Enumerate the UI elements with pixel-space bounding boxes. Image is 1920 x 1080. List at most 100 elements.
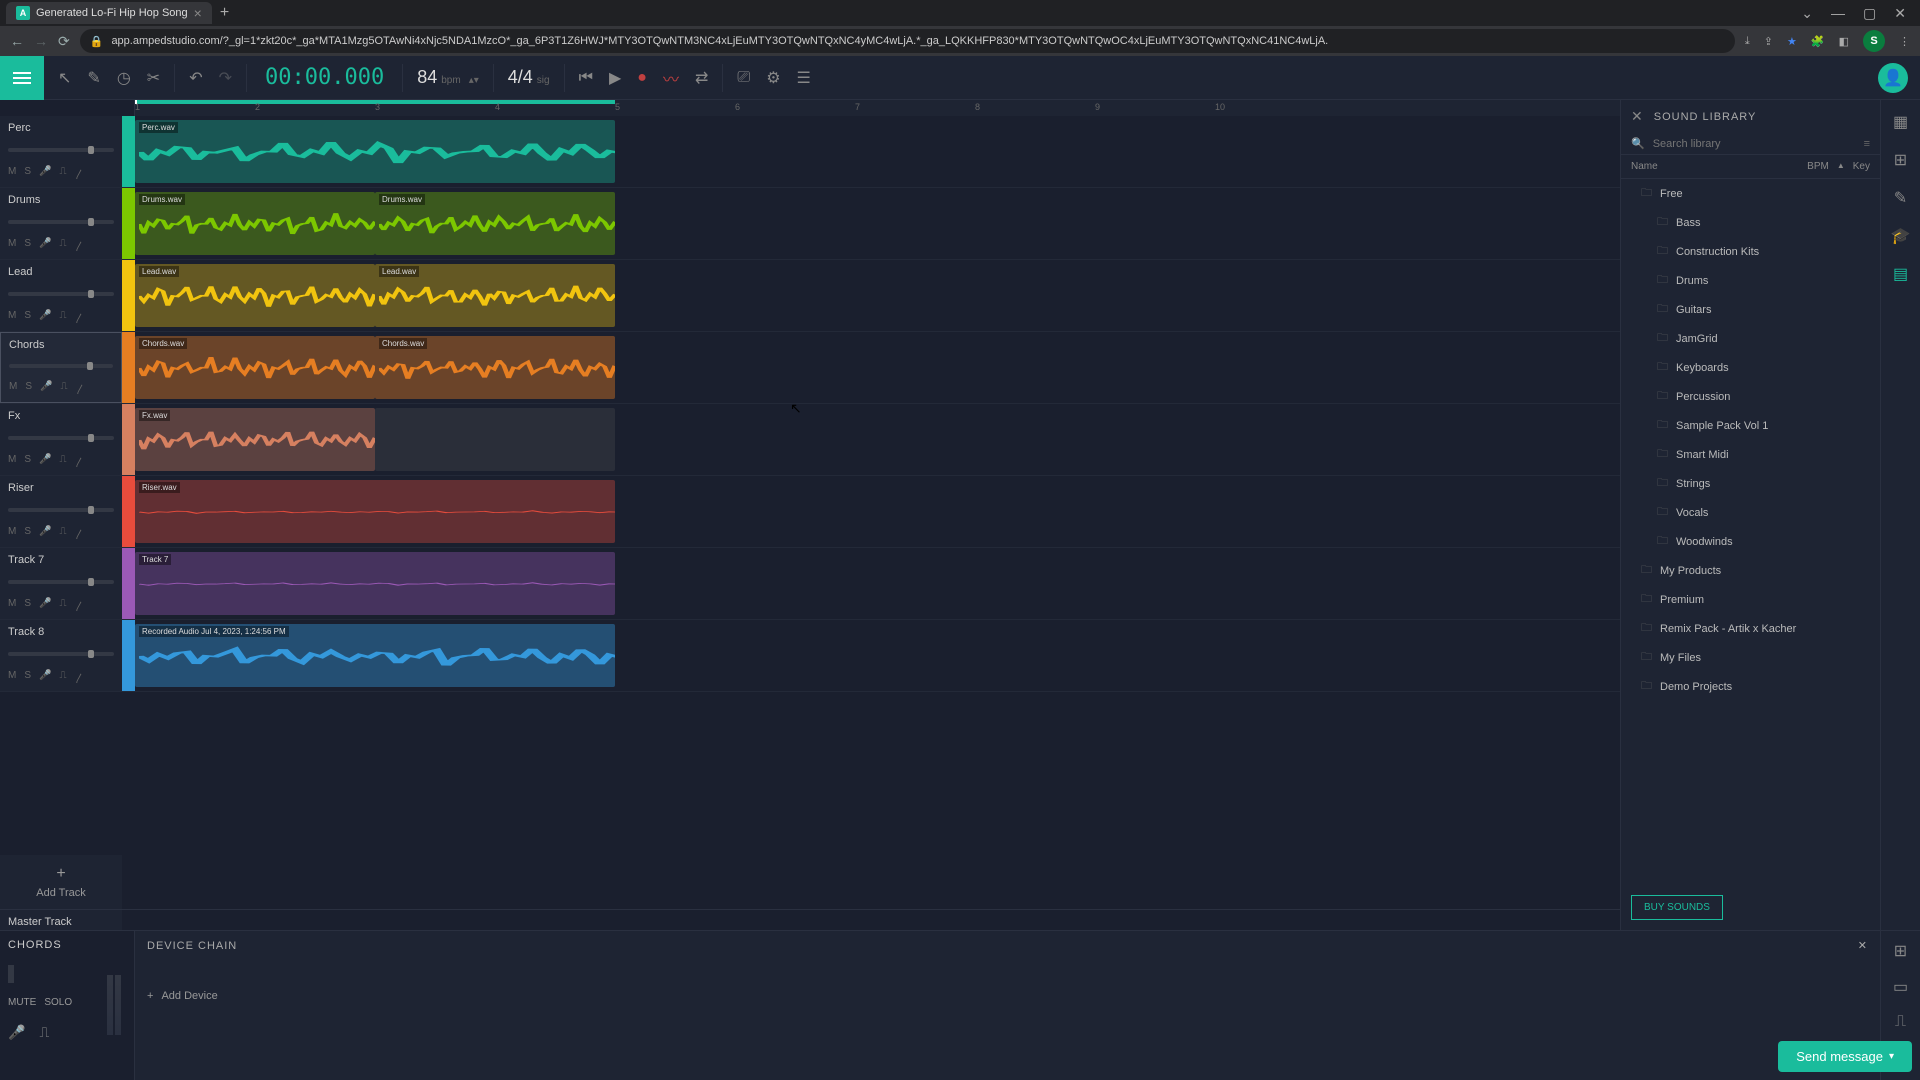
solo-button[interactable]: S xyxy=(24,670,31,685)
mute-button[interactable]: M xyxy=(8,310,16,325)
close-panel-icon[interactable]: ✕ xyxy=(1631,108,1644,125)
loop-icon[interactable]: ⇄ xyxy=(695,68,708,88)
record-arm-icon[interactable]: 🎤 xyxy=(39,598,51,613)
buy-sounds-button[interactable]: BUY SOUNDS xyxy=(1631,895,1723,920)
solo-button[interactable]: S xyxy=(24,454,31,469)
audio-clip[interactable]: Perc.wav xyxy=(135,120,615,183)
track-header[interactable]: Riser M S 🎤 ⎍ 〳 xyxy=(0,476,122,547)
sliders-icon[interactable]: ☰ xyxy=(797,68,811,88)
chevron-down-icon[interactable]: ⌄ xyxy=(1801,5,1813,22)
mute-button[interactable]: M xyxy=(8,598,16,613)
track-header[interactable]: Lead M S 🎤 ⎍ 〳 xyxy=(0,260,122,331)
audio-clip[interactable]: Chords.wav xyxy=(375,336,615,399)
learn-icon[interactable]: 🎓 xyxy=(1891,226,1911,246)
track-volume-slider[interactable] xyxy=(9,364,113,368)
audio-clip[interactable]: Lead.wav xyxy=(375,264,615,327)
track-header[interactable]: Drums M S 🎤 ⎍ 〳 xyxy=(0,188,122,259)
pan-slider[interactable] xyxy=(8,965,14,983)
record-arm-icon[interactable]: 🎤 xyxy=(39,238,51,253)
library-folder-item[interactable]: 🗀My Files xyxy=(1621,643,1880,672)
track-volume-slider[interactable] xyxy=(8,436,114,440)
skip-start-icon[interactable]: ⏮ xyxy=(579,69,593,87)
search-icon[interactable]: 🔍 xyxy=(1631,137,1645,150)
install-icon[interactable]: ⤓ xyxy=(1745,35,1750,48)
track-volume-slider[interactable] xyxy=(8,292,114,296)
main-menu-button[interactable] xyxy=(0,56,44,100)
library-folder-item[interactable]: 🗀Strings xyxy=(1621,469,1880,498)
track-lane[interactable]: Recorded Audio Jul 4, 2023, 1:24:56 PM xyxy=(135,620,1620,691)
track-volume-slider[interactable] xyxy=(8,508,114,512)
audio-clip[interactable]: Drums.wav xyxy=(135,192,375,255)
pointer-tool-icon[interactable]: ↖ xyxy=(58,68,71,88)
library-folder-item[interactable]: 🗀Free xyxy=(1621,179,1880,208)
library-folder-item[interactable]: 🗀My Products xyxy=(1621,556,1880,585)
solo-button[interactable]: S xyxy=(24,598,31,613)
close-device-chain-icon[interactable]: ✕ xyxy=(1858,939,1868,952)
track-lane[interactable]: Perc.wav xyxy=(135,116,1620,187)
redo-icon[interactable]: ↷ xyxy=(219,68,232,88)
reload-icon[interactable]: ⟳ xyxy=(58,33,70,50)
pencil-tool-icon[interactable]: ✎ xyxy=(87,68,100,88)
track-volume-slider[interactable] xyxy=(8,652,114,656)
audio-clip[interactable]: Chords.wav xyxy=(135,336,375,399)
library-folder-item[interactable]: 🗀Construction Kits xyxy=(1621,237,1880,266)
lib-col-key[interactable]: Key xyxy=(1853,161,1870,172)
track-eq-icon[interactable]: ⎍ xyxy=(60,381,67,396)
audio-clip[interactable]: Fx.wav xyxy=(135,408,375,471)
track-lane[interactable]: Drums.wavDrums.wav xyxy=(135,188,1620,259)
device-eq-icon[interactable]: ⎍ xyxy=(39,1024,49,1041)
extensions-icon[interactable]: 🧩 xyxy=(1811,35,1825,48)
clip-view-icon[interactable]: ▭ xyxy=(1893,977,1908,997)
track-eq-icon[interactable]: ⎍ xyxy=(59,238,66,253)
settings-icon[interactable]: ⚙ xyxy=(766,68,780,88)
mute-button[interactable]: MUTE xyxy=(8,997,36,1008)
track-eq-icon[interactable]: ⎍ xyxy=(59,598,66,613)
library-icon[interactable]: ▤ xyxy=(1893,264,1908,284)
track-lane[interactable]: Riser.wav xyxy=(135,476,1620,547)
library-folder-item[interactable]: 🗀Drums xyxy=(1621,266,1880,295)
library-folder-item[interactable]: 🗀Guitars xyxy=(1621,295,1880,324)
track-automation-icon[interactable]: 〳 xyxy=(74,670,84,685)
properties-icon[interactable]: ▦ xyxy=(1893,112,1908,132)
track-automation-icon[interactable]: 〳 xyxy=(74,454,84,469)
mute-button[interactable]: M xyxy=(9,381,17,396)
track-eq-icon[interactable]: ⎍ xyxy=(59,454,66,469)
audio-clip[interactable]: Track 7 xyxy=(135,552,615,615)
share-icon[interactable]: ⇪ xyxy=(1764,35,1773,48)
empty-clip-region[interactable] xyxy=(375,408,615,471)
library-folder-item[interactable]: 🗀Keyboards xyxy=(1621,353,1880,382)
solo-button[interactable]: S xyxy=(24,310,31,325)
grid-icon[interactable]: ⊞ xyxy=(1894,150,1907,170)
audio-clip[interactable]: Lead.wav xyxy=(135,264,375,327)
library-folder-item[interactable]: 🗀Sample Pack Vol 1 xyxy=(1621,411,1880,440)
forward-icon[interactable]: → xyxy=(34,33,48,49)
track-eq-icon[interactable]: ⎍ xyxy=(59,670,66,685)
time-signature-display[interactable]: 4/4 sig xyxy=(494,67,564,88)
mute-button[interactable]: M xyxy=(8,670,16,685)
add-track-button[interactable]: + Add Track xyxy=(0,855,122,909)
mute-button[interactable]: M xyxy=(8,238,16,253)
record-arm-icon[interactable]: 🎤 xyxy=(39,670,51,685)
track-lane[interactable]: Lead.wavLead.wav xyxy=(135,260,1620,331)
solo-button[interactable]: S xyxy=(25,381,32,396)
master-track-header[interactable]: Master Track xyxy=(0,910,122,930)
record-icon[interactable]: ● xyxy=(637,69,647,87)
bookmark-star-icon[interactable]: ★ xyxy=(1787,35,1797,48)
edit-panel-icon[interactable]: ✎ xyxy=(1894,188,1907,208)
track-volume-slider[interactable] xyxy=(8,220,114,224)
time-display[interactable]: 00:00.000 xyxy=(247,65,402,90)
mixer-icon[interactable]: ⎚ xyxy=(737,69,750,87)
arrange-view-icon[interactable]: ⊞ xyxy=(1894,941,1907,961)
piano-roll-icon[interactable]: ⎍ xyxy=(1895,1013,1906,1031)
send-message-button[interactable]: Send message ▾ xyxy=(1778,1041,1912,1072)
record-arm-icon[interactable]: 🎤 xyxy=(39,526,51,541)
track-eq-icon[interactable]: ⎍ xyxy=(59,526,66,541)
user-avatar[interactable]: 👤 xyxy=(1878,63,1908,93)
library-folder-item[interactable]: 🗀JamGrid xyxy=(1621,324,1880,353)
library-folder-item[interactable]: 🗀Vocals xyxy=(1621,498,1880,527)
track-automation-icon[interactable]: 〳 xyxy=(74,166,84,181)
track-header[interactable]: Fx M S 🎤 ⎍ 〳 xyxy=(0,404,122,475)
scissors-tool-icon[interactable]: ✂ xyxy=(147,68,160,88)
tab-close-icon[interactable]: × xyxy=(194,5,202,21)
solo-button[interactable]: SOLO xyxy=(44,997,72,1008)
